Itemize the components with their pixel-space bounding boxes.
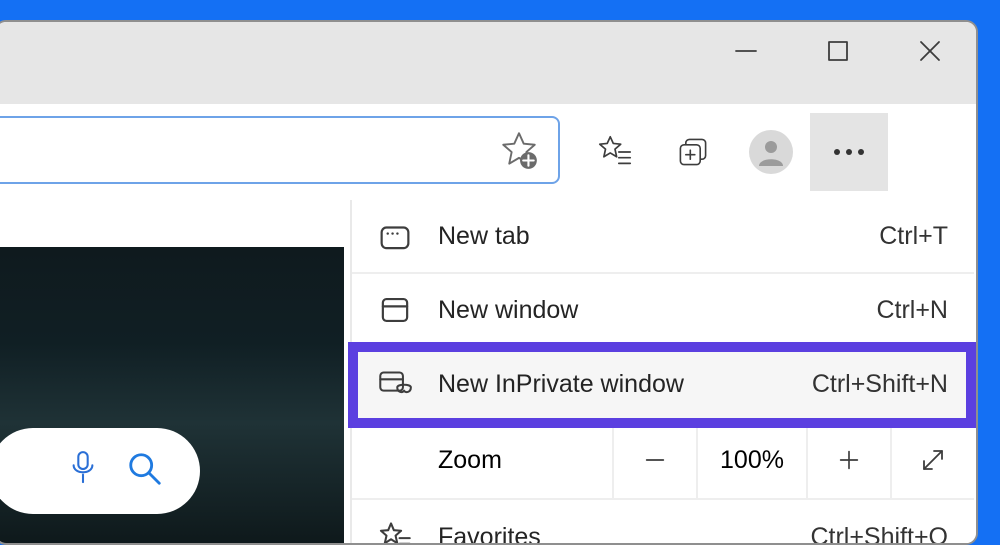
- browser-window: New tab Ctrl+T New window Ctrl+N New InP…: [0, 20, 978, 545]
- menu-item-label: New window: [438, 296, 876, 325]
- settings-more-button[interactable]: [810, 113, 888, 191]
- window-minimize-button[interactable]: [700, 22, 792, 80]
- menu-item-shortcut: Ctrl+Shift+N: [812, 370, 948, 399]
- menu-item-label: Favorites: [438, 523, 810, 545]
- zoom-in-button[interactable]: [806, 421, 890, 499]
- menu-item-shortcut: Ctrl+T: [879, 222, 948, 251]
- menu-item-favorites[interactable]: Favorites Ctrl+Shift+O: [352, 500, 974, 545]
- toolbar: [0, 104, 976, 200]
- zoom-out-button[interactable]: [612, 421, 696, 499]
- address-bar[interactable]: [0, 116, 560, 184]
- zoom-label: Zoom: [352, 446, 612, 475]
- star-add-icon[interactable]: [498, 129, 540, 171]
- new-tab-icon: [378, 219, 412, 253]
- profile-button[interactable]: [732, 113, 810, 191]
- mic-icon[interactable]: [68, 450, 98, 493]
- collections-button[interactable]: [654, 113, 732, 191]
- menu-item-new-tab[interactable]: New tab Ctrl+T: [352, 200, 974, 274]
- more-icon: [834, 149, 840, 155]
- inprivate-icon: [378, 368, 412, 400]
- menu-zoom-row: Zoom 100%: [352, 422, 974, 500]
- window-maximize-button[interactable]: [792, 22, 884, 80]
- fullscreen-button[interactable]: [890, 421, 974, 499]
- menu-item-label: New InPrivate window: [438, 370, 812, 399]
- avatar: [749, 130, 793, 174]
- menu-item-new-inprivate-window[interactable]: New InPrivate window Ctrl+Shift+N: [352, 348, 974, 422]
- titlebar: [0, 22, 976, 104]
- window-close-button[interactable]: [884, 22, 976, 80]
- menu-item-new-window[interactable]: New window Ctrl+N: [352, 274, 974, 348]
- search-icon[interactable]: [126, 450, 164, 493]
- search-box[interactable]: [0, 428, 200, 514]
- more-menu: New tab Ctrl+T New window Ctrl+N New InP…: [350, 200, 974, 545]
- menu-item-shortcut: Ctrl+N: [876, 296, 948, 325]
- favorites-icon: [378, 520, 412, 545]
- menu-item-label: New tab: [438, 222, 879, 251]
- zoom-value: 100%: [696, 421, 806, 499]
- new-window-icon: [378, 293, 412, 327]
- menu-item-shortcut: Ctrl+Shift+O: [810, 523, 948, 545]
- favorites-list-button[interactable]: [576, 113, 654, 191]
- content-area: New tab Ctrl+T New window Ctrl+N New InP…: [0, 200, 978, 545]
